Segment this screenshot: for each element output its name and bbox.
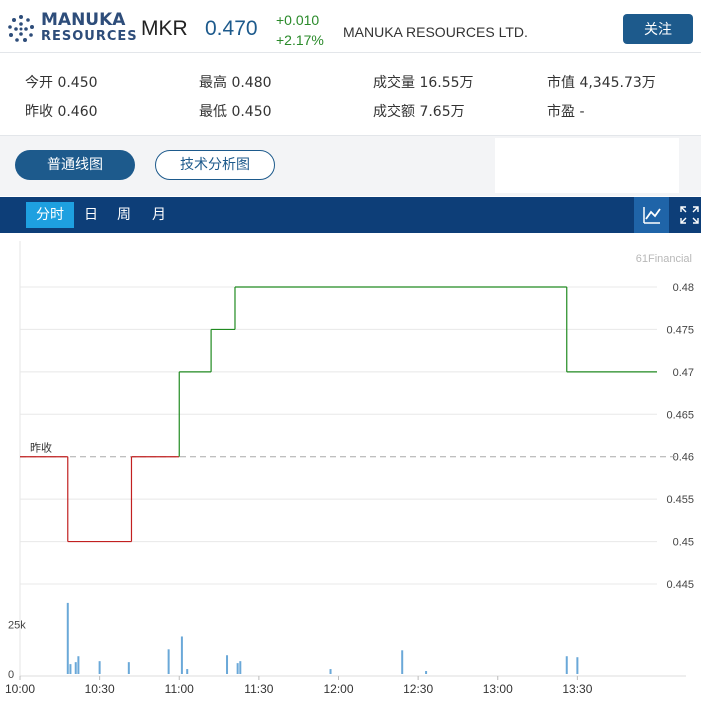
stat-turnover: 成交额 7.65万 xyxy=(373,104,465,120)
x-tick-label: 13:00 xyxy=(483,682,513,696)
line-chart-icon xyxy=(643,207,661,224)
last-price: 0.470 xyxy=(205,17,258,40)
fullscreen-button[interactable] xyxy=(673,197,701,233)
volume-bar xyxy=(401,650,404,674)
y-tick-label: 0.455 xyxy=(666,494,694,506)
volume-bar xyxy=(236,663,239,674)
volume-bar xyxy=(98,661,101,674)
stat-high: 最高 0.480 xyxy=(199,75,272,91)
x-tick-label: 11:30 xyxy=(244,682,273,696)
stat-volume: 成交量 16.55万 xyxy=(373,75,474,91)
volume-bar xyxy=(226,655,229,674)
y-tick-label: 0.465 xyxy=(666,409,694,421)
tab-monthly[interactable]: 月 xyxy=(146,197,172,233)
stat-low: 最低 0.450 xyxy=(199,104,272,120)
volume-bar xyxy=(186,669,189,674)
logo-wordmark-top: MANUKA xyxy=(41,10,126,30)
company-logo: MANUKA RESOURCES xyxy=(4,8,137,46)
volume-bar xyxy=(127,662,130,674)
stat-prev-close: 昨收 0.460 xyxy=(25,104,98,120)
x-tick-label: 13:30 xyxy=(562,682,592,696)
blank-panel xyxy=(495,138,679,193)
tab-intraday[interactable]: 分时 xyxy=(26,202,74,228)
stat-pe: 市盈 - xyxy=(547,104,585,120)
volume-bar xyxy=(69,664,72,674)
volume-bar xyxy=(74,662,77,674)
y-tick-label: 0.445 xyxy=(666,579,694,591)
line-chart-button[interactable] xyxy=(634,197,669,233)
volume-bar xyxy=(239,661,242,674)
quote-header: MANUKA RESOURCES MKR 0.470 +0.010 +2.17%… xyxy=(0,0,701,53)
volume-bar xyxy=(66,602,69,674)
tab-daily[interactable]: 日 xyxy=(78,197,104,233)
stat-open: 今开 0.450 xyxy=(25,75,98,91)
volume-tick-label: 25k xyxy=(8,620,26,632)
y-tick-label: 0.45 xyxy=(673,537,694,549)
volume-bar xyxy=(167,649,170,674)
tab-weekly[interactable]: 周 xyxy=(111,197,137,233)
y-tick-label: 0.48 xyxy=(673,282,694,294)
volume-tick-label: 0 xyxy=(8,669,14,681)
x-tick-label: 12:00 xyxy=(323,682,353,696)
change-percent: +2.17% xyxy=(276,32,324,48)
volume-bar xyxy=(565,656,568,674)
x-tick-label: 10:00 xyxy=(5,682,35,696)
logo-dots-icon xyxy=(8,15,34,42)
change-value: +0.010 xyxy=(276,12,320,28)
logo-wordmark-bottom: RESOURCES xyxy=(41,29,138,44)
ticker-symbol: MKR xyxy=(141,17,188,40)
volume-bar xyxy=(576,657,579,674)
intraday-chart: 61Financial 0.48 0.475 0.47 0.465 0.46 0.455 0.… xyxy=(5,241,694,696)
volume-bar xyxy=(180,636,183,674)
y-tick-label: 0.47 xyxy=(673,367,694,379)
y-tick-label: 0.46 xyxy=(673,452,694,464)
normal-chart-button[interactable]: 普通线图 xyxy=(15,150,135,180)
watermark-text: 61Financial xyxy=(636,253,692,265)
volume-bar xyxy=(77,656,80,674)
technical-chart-button[interactable]: 技术分析图 xyxy=(155,150,275,180)
quote-stats: 今开 0.450 最高 0.480 成交量 16.55万 市值 4,345.73… xyxy=(0,53,701,136)
period-tab-bar: 分时 日 周 月 xyxy=(0,197,701,233)
x-tick-label: 11:00 xyxy=(165,682,194,696)
follow-button[interactable]: 关注 xyxy=(623,14,693,44)
fullscreen-icon xyxy=(680,206,699,224)
x-tick-label: 10:30 xyxy=(85,682,115,696)
company-name: MANUKA RESOURCES LTD. xyxy=(343,24,528,40)
prev-close-label: 昨收 xyxy=(30,441,52,455)
y-tick-label: 0.475 xyxy=(666,324,694,336)
stat-market-cap: 市值 4,345.73万 xyxy=(547,75,656,91)
price-change: +0.010 +2.17% xyxy=(276,10,324,50)
volume-bar xyxy=(425,671,428,674)
volume-bar xyxy=(329,669,332,674)
x-tick-label: 12:30 xyxy=(403,682,433,696)
